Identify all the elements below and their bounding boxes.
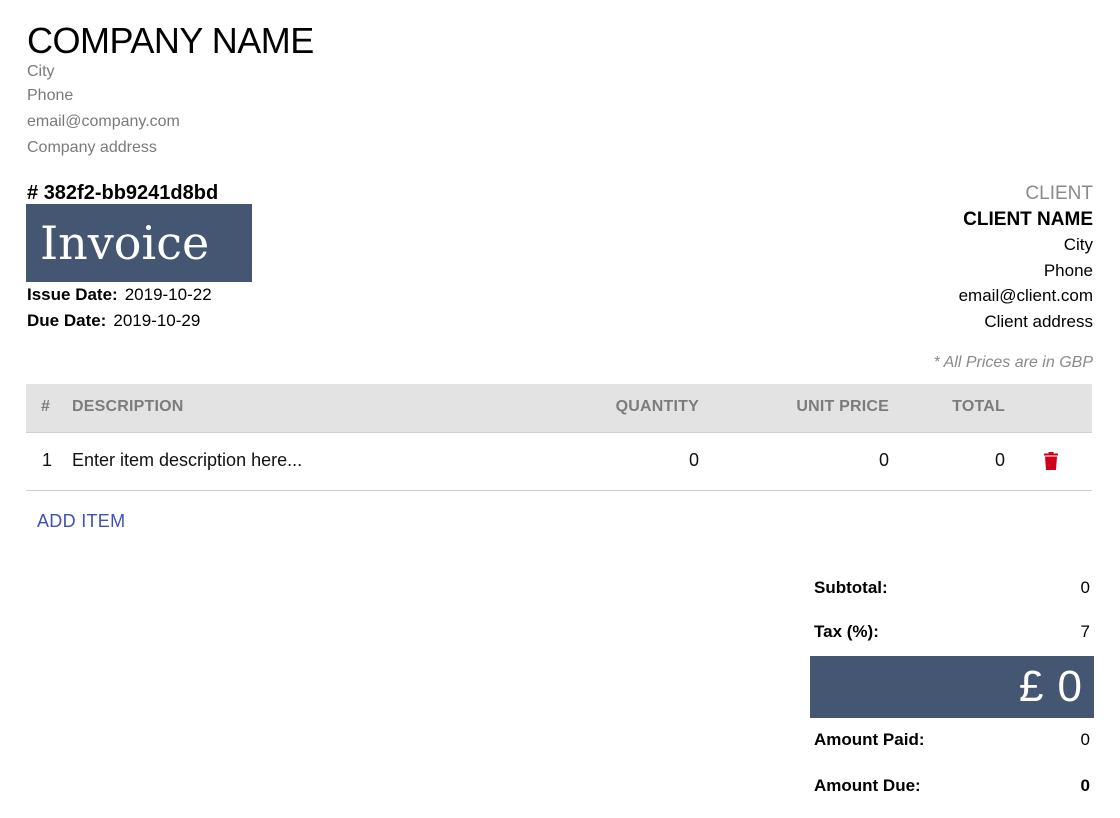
tax-label: Tax (%): (814, 622, 879, 641)
amount-paid-label: Amount Paid: (814, 730, 925, 749)
tax-value[interactable]: 7 (1081, 621, 1090, 643)
col-header-description: DESCRIPTION (72, 398, 184, 415)
col-header-quantity: QUANTITY (615, 398, 699, 415)
client-email: email@client.com (958, 286, 1093, 305)
due-date-label: Due Date: (27, 311, 107, 330)
due-date-row: Due Date: 2019-10-29 (27, 310, 200, 332)
client-city: City (1063, 235, 1093, 254)
col-header-unit-price: UNIT PRICE (796, 398, 889, 415)
client-block: CLIENT CLIENT NAME City Phone email@clie… (959, 181, 1093, 334)
invoice-number: # 382f2-bb9241d8bd (27, 181, 218, 205)
currency-note: * All Prices are in GBP (933, 354, 1093, 371)
subtotal-value: 0 (1080, 578, 1090, 597)
grand-total-banner: £0 (810, 656, 1094, 718)
invoice-title-banner: Invoice (26, 204, 252, 282)
issue-date-label: Issue Date: (27, 285, 118, 304)
invoice-number-value: 382f2-bb9241d8bd (43, 182, 219, 204)
item-quantity-input[interactable]: 0 (689, 433, 699, 487)
amount-paid-value[interactable]: 0 (1081, 729, 1090, 751)
currency-symbol: £ (1019, 662, 1044, 711)
item-unit-price-input[interactable]: 0 (879, 433, 889, 487)
company-city: City (27, 63, 55, 80)
client-caption: CLIENT (1025, 183, 1093, 204)
client-address: Client address (984, 311, 1093, 331)
issue-date-value: 2019-10-22 (124, 285, 212, 304)
subtotal-label: Subtotal: (814, 578, 888, 597)
company-phone: Phone (27, 87, 74, 104)
trash-icon[interactable] (1044, 452, 1058, 470)
col-header-total: TOTAL (952, 398, 1005, 415)
table-row: 1 Enter item description here... 0 0 0 (26, 433, 1092, 491)
item-index: 1 (42, 450, 53, 470)
due-date-value: 2019-10-29 (113, 311, 201, 330)
company-address: Company address (27, 139, 157, 156)
amount-due-label: Amount Due: (814, 776, 921, 795)
add-item-button[interactable]: ADD ITEM (37, 510, 125, 532)
item-description-input[interactable]: Enter item description here... (72, 433, 302, 487)
company-email: email@company.com (27, 113, 180, 130)
invoice-number-prefix: # (27, 182, 39, 204)
amount-due-value: 0 (1080, 776, 1090, 795)
issue-date-row: Issue Date: 2019-10-22 (27, 284, 212, 306)
company-name: COMPANY NAME (27, 20, 314, 61)
grand-total-value: 0 (1057, 662, 1082, 711)
client-phone: Phone (1043, 260, 1093, 280)
item-total: 0 (994, 450, 1005, 470)
col-header-index: # (41, 398, 51, 415)
items-table-header: # DESCRIPTION QUANTITY UNIT PRICE TOTAL (26, 384, 1092, 433)
client-name: CLIENT NAME (963, 208, 1093, 230)
